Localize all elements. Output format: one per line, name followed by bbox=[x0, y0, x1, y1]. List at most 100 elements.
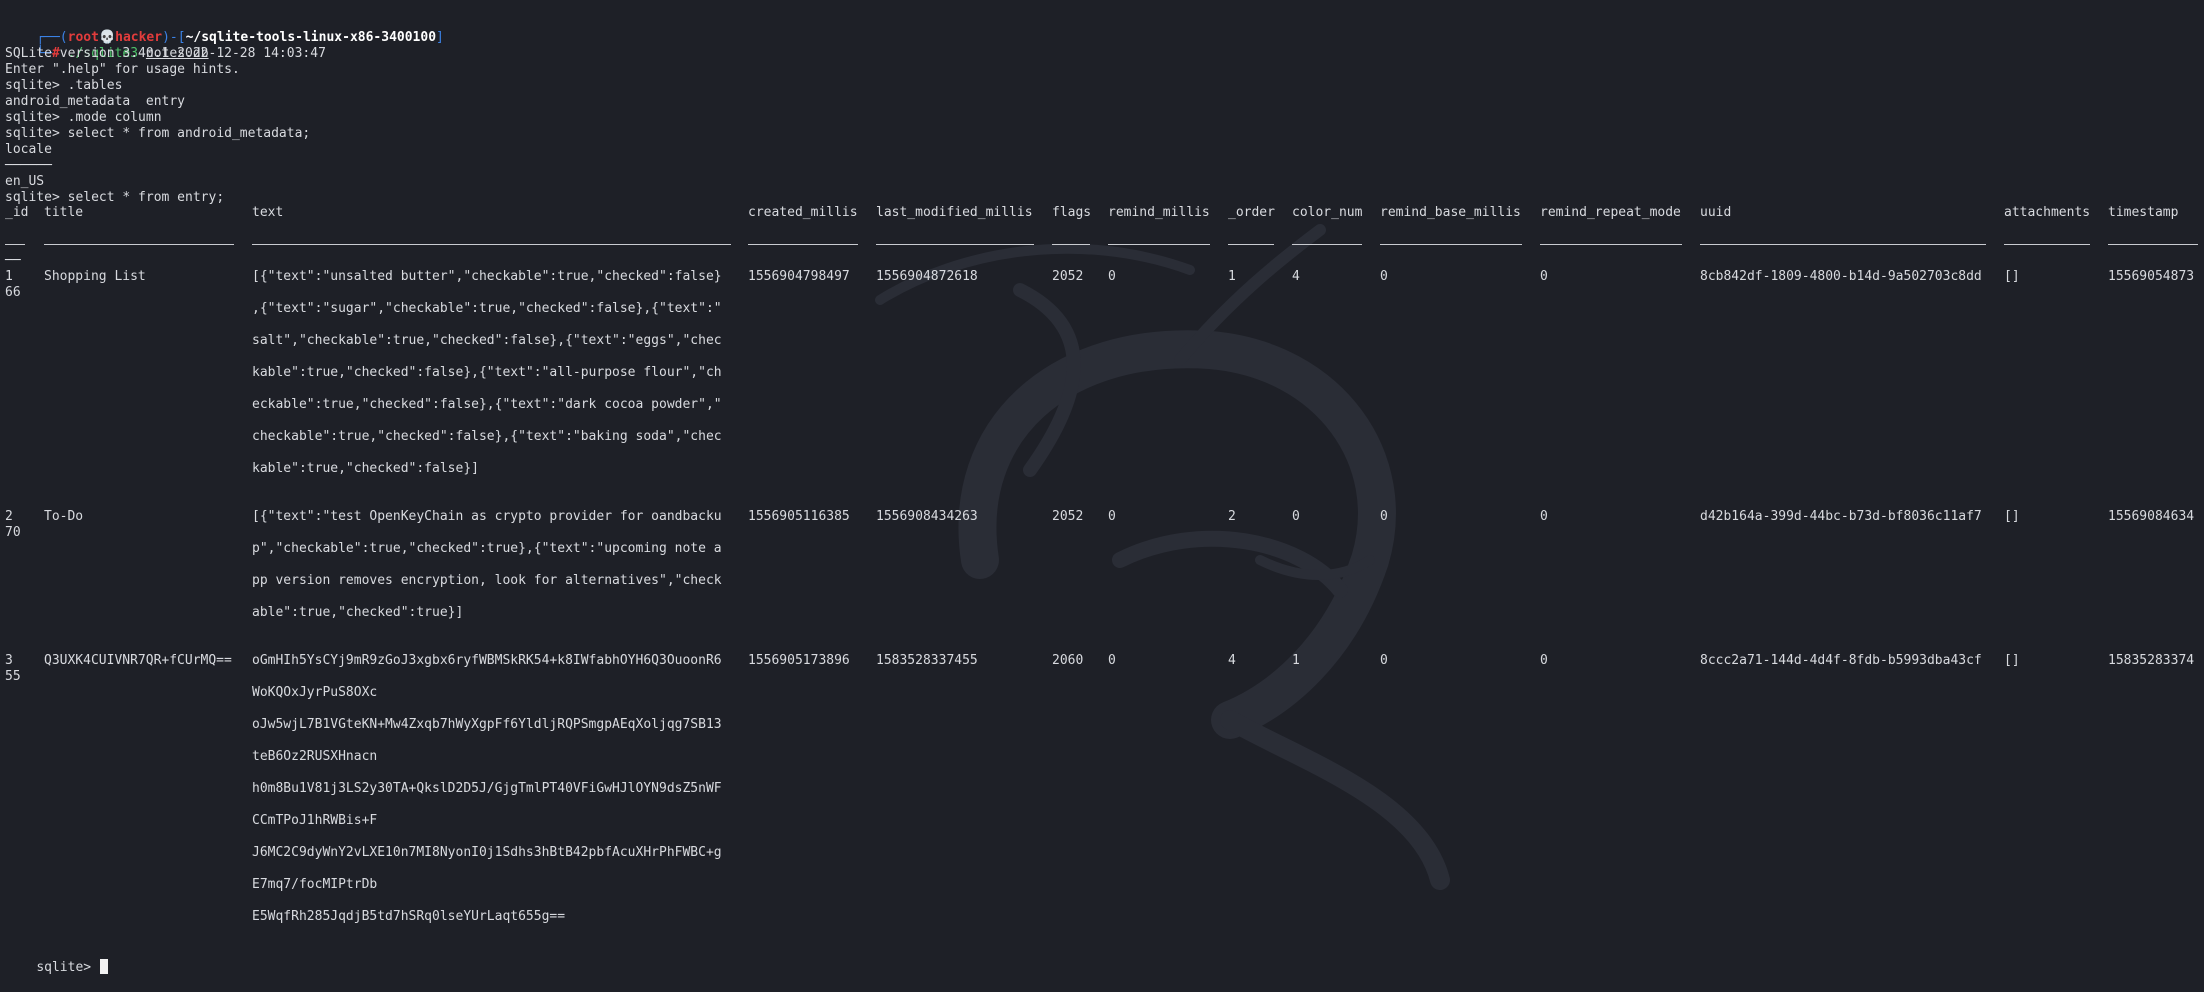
cell-text-line: teB6Oz2RUSXHnacn bbox=[252, 749, 378, 764]
metadata-value: en_US bbox=[5, 174, 45, 189]
cell-flags: 2060 bbox=[1052, 653, 1084, 668]
cell-order: 2 bbox=[1228, 509, 1236, 524]
cell-remind-repeat-mode: 0 bbox=[1540, 653, 1548, 668]
mode-command: sqlite> .mode column bbox=[5, 110, 162, 125]
col-rule bbox=[876, 244, 1034, 245]
cell-id-continuation: 66 bbox=[5, 285, 21, 300]
cell-text-line: kable":true,"checked":false}] bbox=[252, 461, 479, 476]
cell-flags: 2052 bbox=[1052, 269, 1084, 284]
cell-text-line: J6MC2C9dyWnY2vLXE10n7MI8NyonI0j1Sdhs3hBt… bbox=[252, 845, 722, 860]
cell-text-line: [{"text":"unsalted butter","checkable":t… bbox=[252, 269, 722, 284]
cell-text-line: oGmHIh5YsCYj9mR9zGoJ3xgbx6ryfWBMSkRK54+k… bbox=[252, 653, 722, 668]
cell-timestamp: 15569084634 bbox=[2108, 509, 2195, 524]
tables-command: sqlite> .tables bbox=[5, 78, 123, 93]
col-header-color-num: color_num bbox=[1292, 205, 1363, 220]
col-header-title: title bbox=[44, 205, 84, 220]
cell-remind-millis: 0 bbox=[1108, 509, 1116, 524]
col-rule bbox=[748, 244, 858, 245]
prompt-command-line: └─# ./sqlite3 notes.db bbox=[36, 46, 209, 61]
cell-uuid: 8cb842df-1809-4800-b14d-9a502703c8dd bbox=[1700, 269, 1982, 284]
cell-uuid: 8ccc2a71-144d-4d4f-8fdb-b5993dba43cf bbox=[1700, 653, 1982, 668]
final-prompt-line[interactable]: sqlite> bbox=[5, 943, 108, 975]
cell-id-continuation: 55 bbox=[5, 669, 21, 684]
cell-created-millis: 1556905116385 bbox=[748, 509, 850, 524]
col-header-attachments: attachments bbox=[2004, 205, 2091, 220]
cell-text-line: h0m8Bu1V81j3LS2y30TA+QkslD2D5J/GjgTmlPT4… bbox=[252, 781, 722, 796]
cell-last-modified-millis: 1556908434263 bbox=[876, 509, 978, 524]
cell-remind-base-millis: 0 bbox=[1380, 269, 1388, 284]
col-header-remind-base-millis: remind_base_millis bbox=[1380, 205, 1521, 220]
cell-remind-millis: 0 bbox=[1108, 653, 1116, 668]
cell-id: 3 bbox=[5, 653, 13, 668]
col-rule bbox=[1540, 244, 1682, 245]
cell-timestamp: 15835283374 bbox=[2108, 653, 2195, 668]
cell-remind-millis: 0 bbox=[1108, 269, 1116, 284]
cell-text-line: E5WqfRh285JqdjB5td7hSRq0lseYUrLaqt655g== bbox=[252, 909, 566, 924]
cell-remind-repeat-mode: 0 bbox=[1540, 509, 1548, 524]
cell-id: 1 bbox=[5, 269, 13, 284]
cell-title: To-Do bbox=[44, 509, 84, 524]
col-rule bbox=[1380, 244, 1522, 245]
text-cursor bbox=[99, 959, 108, 974]
cell-order: 1 bbox=[1228, 269, 1236, 284]
cell-uuid: d42b164a-399d-44bc-b73d-bf8036c11af7 bbox=[1700, 509, 1982, 524]
help-line: Enter ".help" for usage hints. bbox=[5, 62, 240, 77]
prompt-cwd: ~/sqlite-tools-linux-x86-3400100 bbox=[185, 30, 437, 45]
col-rule bbox=[1700, 244, 1986, 245]
col-rule bbox=[1228, 244, 1274, 245]
metadata-command: sqlite> select * from android_metadata; bbox=[5, 126, 311, 141]
terminal-window[interactable]: ┌──(root💀hacker)-[~/sqlite-tools-linux-x… bbox=[0, 0, 2204, 975]
cell-created-millis: 1556905173896 bbox=[748, 653, 850, 668]
col-header-remind-repeat-mode: remind_repeat_mode bbox=[1540, 205, 1681, 220]
col-rule bbox=[252, 244, 731, 245]
col-header-uuid: uuid bbox=[1700, 205, 1732, 220]
cell-text-line: kable":true,"checked":false},{"text":"al… bbox=[252, 365, 722, 380]
metadata-rule: ────── bbox=[5, 158, 52, 173]
cell-text-line: checkable":true,"checked":false},{"text"… bbox=[252, 429, 722, 444]
cell-timestamp: 15569054873 bbox=[2108, 269, 2195, 284]
col-rule bbox=[2004, 244, 2090, 245]
col-rule bbox=[1108, 244, 1210, 245]
cell-last-modified-millis: 1556904872618 bbox=[876, 269, 978, 284]
cell-text-line: [{"text":"test OpenKeyChain as crypto pr… bbox=[252, 509, 722, 524]
col-header-id: _id bbox=[5, 205, 29, 220]
cell-title: Q3UXK4CUIVNR7QR+fCUrMQ== bbox=[44, 653, 232, 668]
cell-remind-repeat-mode: 0 bbox=[1540, 269, 1548, 284]
col-rule bbox=[44, 244, 234, 245]
cell-last-modified-millis: 1583528337455 bbox=[876, 653, 978, 668]
cell-text-line: ,{"text":"sugar","checkable":true,"check… bbox=[252, 301, 722, 316]
cell-color-num: 1 bbox=[1292, 653, 1300, 668]
id-rule-continuation: ── bbox=[5, 253, 21, 268]
cell-text-line: pp version removes encryption, look for … bbox=[252, 573, 722, 588]
cell-order: 4 bbox=[1228, 653, 1236, 668]
col-header-text: text bbox=[252, 205, 284, 220]
cell-created-millis: 1556904798497 bbox=[748, 269, 850, 284]
col-header-last-modified-millis: last_modified_millis bbox=[876, 205, 1033, 220]
col-header-order: _order bbox=[1228, 205, 1275, 220]
cell-text-line: eckable":true,"checked":false},{"text":"… bbox=[252, 397, 722, 412]
cell-attachments: [] bbox=[2004, 269, 2020, 284]
tables-output: android_metadata entry bbox=[5, 94, 186, 109]
version-line: SQLite version 3.40.1 2022-12-28 14:03:4… bbox=[5, 46, 326, 61]
col-header-created-millis: created_millis bbox=[748, 205, 858, 220]
cell-title: Shopping List bbox=[44, 269, 146, 284]
cell-remind-base-millis: 0 bbox=[1380, 509, 1388, 524]
cell-text-line: E7mq7/focMIPtrDb bbox=[252, 877, 378, 892]
cell-id: 2 bbox=[5, 509, 13, 524]
cell-text-line: oJw5wjL7B1VGteKN+Mw4Zxqb7hWyXgpFf6YldljR… bbox=[252, 717, 722, 732]
cell-attachments: [] bbox=[2004, 509, 2020, 524]
cell-text-line: able":true,"checked":true}] bbox=[252, 605, 464, 620]
entry-command: sqlite> select * from entry; bbox=[5, 190, 225, 205]
cell-id-continuation: 70 bbox=[5, 525, 21, 540]
col-rule bbox=[1052, 244, 1090, 245]
prompt-line: ┌──(root💀hacker)-[~/sqlite-tools-linux-x… bbox=[36, 30, 444, 45]
cell-text-line: CCmTPoJ1hRWBis+F bbox=[252, 813, 378, 828]
cell-attachments: [] bbox=[2004, 653, 2020, 668]
col-header-remind-millis: remind_millis bbox=[1108, 205, 1210, 220]
cell-text-line: salt","checkable":true,"checked":false},… bbox=[252, 333, 722, 348]
cell-color-num: 0 bbox=[1292, 509, 1300, 524]
metadata-header: locale bbox=[5, 142, 52, 157]
cell-remind-base-millis: 0 bbox=[1380, 653, 1388, 668]
col-header-timestamp: timestamp bbox=[2108, 205, 2179, 220]
cell-text-line: p","checkable":true,"checked":true},{"te… bbox=[252, 541, 722, 556]
